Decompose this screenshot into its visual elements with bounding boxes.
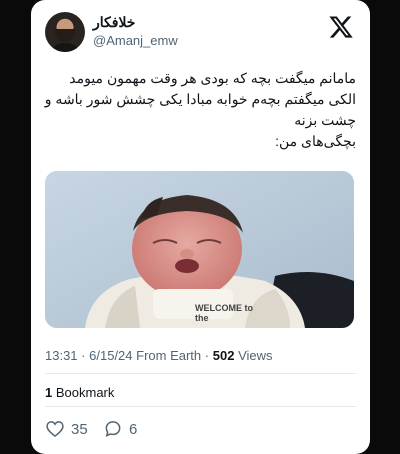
tweet-text-line: مامانم میگفت بچه که بودی هر وقت مهمون می… xyxy=(69,70,356,86)
tweet-text-line: چشت بزنه xyxy=(294,112,356,128)
meta-separator: · xyxy=(81,348,86,363)
bookmark-label: Bookmark xyxy=(55,385,115,400)
tweet-media-image[interactable]: WELCOME to the xyxy=(45,171,354,328)
reply-count: 6 xyxy=(129,420,138,438)
avatar-beard xyxy=(55,29,75,42)
x-logo-icon[interactable] xyxy=(328,14,354,40)
bookmark-number: 1 xyxy=(45,385,53,400)
tweet-time[interactable]: 13:31 xyxy=(45,348,78,363)
reply-bubble-icon xyxy=(105,421,121,438)
divider xyxy=(45,373,356,374)
tweet-date[interactable]: 6/15/24 xyxy=(89,348,132,363)
reply-button[interactable]: 6 xyxy=(103,418,137,440)
author-handle[interactable]: @Amanj_emw xyxy=(93,33,178,48)
tweet-card: خلافکار @Amanj_emw مامانم میگفت بچه که ب… xyxy=(31,0,370,454)
meta-separator: · xyxy=(204,348,210,363)
tweet-text-line: الکی میگفتم بچه‌م خوابه مبادا یکی چشش شو… xyxy=(44,91,356,107)
views-count: 502 xyxy=(212,348,235,363)
divider xyxy=(45,406,356,407)
user-avatar[interactable] xyxy=(45,12,85,52)
shirt-print-text: WELCOME to the xyxy=(195,303,253,323)
author-display-name[interactable]: خلافکار xyxy=(93,14,135,31)
views-label: Views xyxy=(238,348,273,363)
tweet-text-line: بچگی‌های من: xyxy=(275,133,356,149)
avatar-shirt xyxy=(49,43,81,52)
tweet-text: مامانم میگفت بچه که بودی هر وقت مهمون می… xyxy=(45,68,356,152)
bookmarks-count[interactable]: 1 Bookmark xyxy=(45,385,114,400)
tweet-source: From Earth xyxy=(136,348,202,363)
tweet-meta: 13:31 · 6/15/24 From Earth · 502 Views xyxy=(45,348,273,363)
tweet-header: خلافکار @Amanj_emw xyxy=(45,12,356,52)
heart-icon xyxy=(46,421,64,438)
like-button[interactable]: 35 xyxy=(45,418,88,440)
like-count: 35 xyxy=(71,420,88,438)
